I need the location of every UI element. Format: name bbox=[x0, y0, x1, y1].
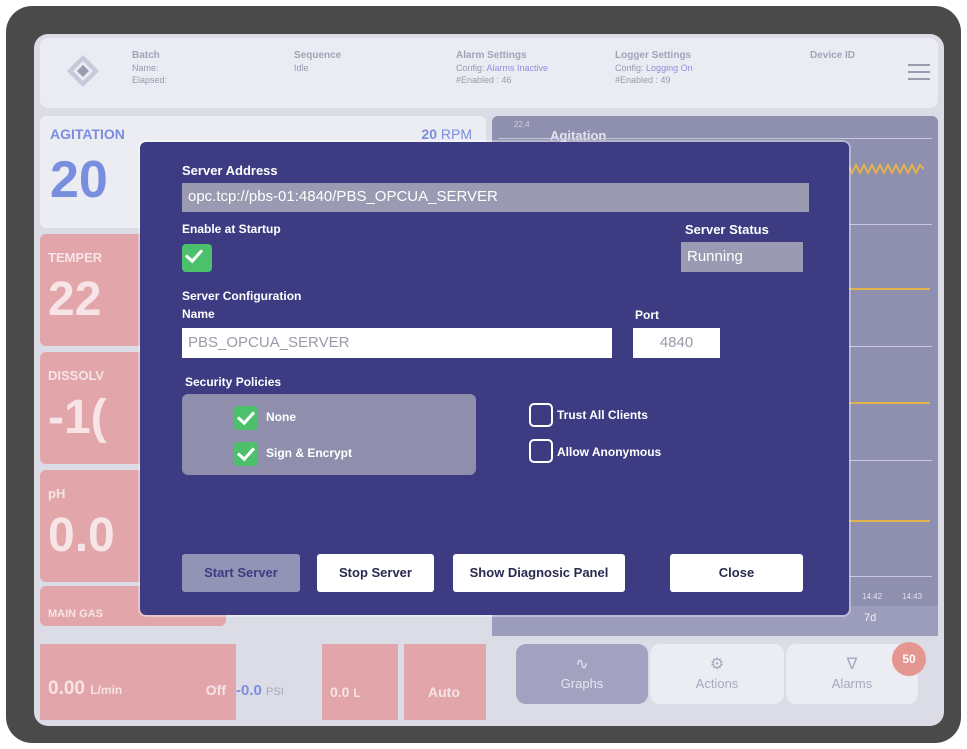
volume-value: 0.0 L bbox=[330, 684, 361, 700]
policy-sign-encrypt-label: Sign & Encrypt bbox=[266, 446, 353, 460]
ph-trace bbox=[844, 520, 930, 522]
allow-anonymous-label: Allow Anonymous bbox=[557, 445, 662, 459]
port-label: Port bbox=[635, 308, 659, 322]
diagnostic-panel-button[interactable]: Show Diagnosic Panel bbox=[453, 554, 625, 592]
server-status-value: Running bbox=[681, 242, 803, 272]
device-id-title: Device ID bbox=[810, 50, 856, 61]
alarm-settings-title: Alarm Settings bbox=[456, 50, 527, 61]
temperature-label: TEMPER bbox=[48, 250, 103, 265]
dissolved-value: -1( bbox=[48, 391, 107, 444]
alarm-count-badge: 50 bbox=[892, 642, 926, 676]
sequence-value: Idle bbox=[294, 63, 309, 73]
agitation-label: AGITATION bbox=[50, 126, 125, 142]
graphs-nav-label: Graphs bbox=[560, 676, 604, 691]
name-label: Name bbox=[182, 307, 215, 321]
range-7d-button[interactable]: 7d bbox=[864, 612, 876, 624]
graph-wave-icon: ∿ bbox=[575, 656, 589, 673]
trust-all-clients-checkbox[interactable] bbox=[529, 403, 553, 427]
agitation-trace bbox=[844, 162, 924, 176]
sequence-info[interactable]: Sequence Idle bbox=[294, 50, 341, 74]
trust-all-clients-label: Trust All Clients bbox=[557, 408, 648, 422]
alarm-enabled-count: #Enabled : 46 bbox=[456, 75, 512, 85]
batch-elapsed-label: Elapsed: bbox=[132, 75, 168, 85]
logger-config-label: Config: bbox=[615, 63, 644, 73]
mode-value: Auto bbox=[428, 684, 460, 700]
alarm-config-value: Alarms Inactive bbox=[486, 63, 549, 73]
actions-nav-label: Actions bbox=[695, 676, 739, 691]
policy-none-checkbox[interactable] bbox=[234, 406, 258, 430]
security-policies-label: Security Policies bbox=[185, 375, 282, 389]
actions-nav-button[interactable]: ⚙ Actions bbox=[650, 644, 784, 704]
agitation-value: 20 bbox=[50, 151, 108, 209]
graph-title: Agitation bbox=[550, 128, 607, 143]
server-name-input[interactable]: PBS_OPCUA_SERVER bbox=[182, 328, 612, 358]
server-address-label: Server Address bbox=[182, 163, 278, 178]
policy-sign-encrypt-checkbox[interactable] bbox=[234, 442, 258, 466]
alarm-config-label: Config: bbox=[456, 63, 485, 73]
gas-flow-cell[interactable]: 0.00 L/min Off bbox=[40, 644, 236, 720]
pressure-value: -0.0 PSI bbox=[236, 682, 284, 699]
batch-title: Batch bbox=[132, 50, 160, 61]
logger-config-value: Logging On bbox=[646, 63, 693, 73]
logger-settings-title: Logger Settings bbox=[615, 50, 692, 61]
stop-server-button[interactable]: Stop Server bbox=[317, 554, 434, 592]
logo-icon bbox=[67, 55, 99, 87]
policy-none-label: None bbox=[266, 410, 296, 424]
dissolved-label: DISSOLV bbox=[48, 368, 105, 383]
graph-time-label: 14:42 bbox=[862, 592, 883, 601]
top-header: Batch Name: Elapsed: Sequence Idle Alarm… bbox=[40, 38, 938, 108]
start-server-button[interactable]: Start Server bbox=[182, 554, 300, 592]
batch-name-label: Name: bbox=[132, 63, 159, 73]
graph-y-top-value: 22.4 bbox=[514, 120, 530, 129]
ph-label: pH bbox=[48, 486, 66, 501]
server-status-label: Server Status bbox=[685, 222, 769, 237]
volume-cell[interactable]: 0.0 L bbox=[322, 644, 398, 720]
server-config-label: Server Configuration bbox=[182, 289, 302, 303]
logger-enabled-count: #Enabled : 49 bbox=[615, 75, 671, 85]
alarm-settings-info[interactable]: Alarm Settings Config: Alarms Inactive #… bbox=[456, 50, 548, 86]
opcua-server-dialog: Server Address opc.tcp://pbs-01:4840/PBS… bbox=[140, 142, 849, 615]
batch-info[interactable]: Batch Name: Elapsed: bbox=[132, 50, 167, 86]
port-input[interactable]: 4840 bbox=[633, 328, 720, 358]
ph-value: 0.0 bbox=[48, 509, 115, 562]
enable-startup-label: Enable at Startup bbox=[182, 222, 281, 236]
logger-settings-info[interactable]: Logger Settings Config: Logging On #Enab… bbox=[615, 50, 693, 86]
allow-anonymous-checkbox[interactable] bbox=[529, 439, 553, 463]
temperature-trace bbox=[844, 288, 930, 290]
agitation-setpoint: 20 RPM bbox=[421, 126, 472, 142]
hamburger-menu-icon[interactable] bbox=[908, 64, 930, 82]
graph-time-label: 14:43 bbox=[902, 592, 923, 601]
gear-icon: ⚙ bbox=[709, 656, 725, 673]
alarms-nav-label: Alarms bbox=[831, 676, 873, 691]
close-button[interactable]: Close bbox=[670, 554, 803, 592]
enable-startup-checkbox[interactable] bbox=[182, 244, 212, 272]
gas-flow-value: 0.00 L/min bbox=[48, 678, 123, 699]
security-policies-panel: None Sign & Encrypt bbox=[182, 394, 476, 475]
dissolved-trace bbox=[844, 402, 930, 404]
temperature-value: 22 bbox=[48, 273, 102, 326]
main-gas-label: MAIN GAS bbox=[48, 608, 103, 620]
grid-line bbox=[498, 138, 932, 139]
server-address-field: opc.tcp://pbs-01:4840/PBS_OPCUA_SERVER bbox=[182, 183, 809, 212]
graphs-nav-button[interactable]: ∿ Graphs bbox=[516, 644, 648, 704]
gas-flow-state: Off bbox=[205, 682, 226, 698]
mode-cell[interactable]: Auto bbox=[404, 644, 486, 720]
sequence-title: Sequence bbox=[294, 50, 342, 61]
device-id-info: Device ID bbox=[810, 50, 855, 62]
